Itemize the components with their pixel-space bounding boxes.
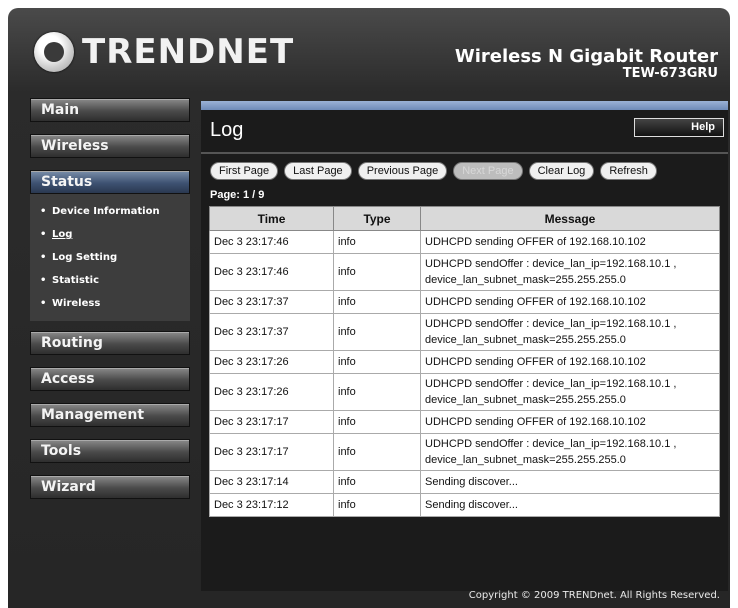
table-row: Dec 3 23:17:37 info UDHCPD sendOffer : d… bbox=[209, 313, 720, 351]
subnav-statistic[interactable]: • Statistic bbox=[40, 269, 190, 292]
nav-access[interactable]: Access bbox=[30, 367, 190, 391]
cell-time: Dec 3 23:17:14 bbox=[209, 470, 334, 494]
column-header-message: Message bbox=[420, 206, 720, 231]
cell-message: UDHCPD sending OFFER of 192.168.10.102 bbox=[420, 410, 720, 434]
table-row: Dec 3 23:17:26 info UDHCPD sending OFFER… bbox=[209, 350, 720, 374]
cell-time: Dec 3 23:17:26 bbox=[209, 350, 334, 374]
product-info: Wireless N Gigabit Router TEW-673GRU bbox=[455, 46, 718, 81]
logo: TRENDNET bbox=[34, 32, 294, 72]
cell-message: UDHCPD sending OFFER of 192.168.10.102 bbox=[420, 290, 720, 314]
table-row: Dec 3 23:17:12 info Sending discover... bbox=[209, 493, 720, 517]
product-model: TEW-673GRU bbox=[622, 66, 718, 81]
cell-time: Dec 3 23:17:37 bbox=[209, 290, 334, 314]
product-name: Wireless N Gigabit Router bbox=[454, 46, 718, 67]
pager-toolbar: First Page Last Page Previous Page Next … bbox=[201, 160, 728, 182]
page-title: Log bbox=[210, 119, 244, 141]
nav-tools[interactable]: Tools bbox=[30, 439, 190, 463]
refresh-button[interactable]: Refresh bbox=[600, 162, 657, 180]
status-submenu: • Device Information • Log • Log Setting • S… bbox=[30, 194, 190, 321]
cell-message: Sending discover... bbox=[420, 493, 720, 517]
nav-routing[interactable]: Routing bbox=[30, 331, 190, 355]
column-header-type: Type bbox=[333, 206, 421, 231]
message-line: UDHCPD sending OFFER of 192.168.10.102 bbox=[425, 236, 646, 248]
nav-status[interactable]: Status bbox=[30, 170, 190, 194]
cell-type: info bbox=[333, 313, 421, 351]
table-row: Dec 3 23:17:17 info UDHCPD sending OFFER… bbox=[209, 410, 720, 434]
nav-wireless[interactable]: Wireless bbox=[30, 134, 190, 158]
cell-message: UDHCPD sendOffer : device_lan_ip=192.168… bbox=[420, 433, 720, 471]
subnav-device-information[interactable]: • Device Information bbox=[40, 200, 190, 223]
cell-time: Dec 3 23:17:17 bbox=[209, 433, 334, 471]
subnav-wireless[interactable]: • Wireless bbox=[40, 292, 190, 315]
table-row: Dec 3 23:17:46 info UDHCPD sending OFFER… bbox=[209, 230, 720, 254]
cell-time: Dec 3 23:17:26 bbox=[209, 373, 334, 411]
cell-time: Dec 3 23:17:12 bbox=[209, 493, 334, 517]
cell-message: UDHCPD sending OFFER of 192.168.10.102 bbox=[420, 350, 720, 374]
cell-message: UDHCPD sendOffer : device_lan_ip=192.168… bbox=[420, 253, 720, 291]
message-line: Sending discover... bbox=[425, 476, 518, 488]
table-row: Dec 3 23:17:46 info UDHCPD sendOffer : d… bbox=[209, 253, 720, 291]
cell-time: Dec 3 23:17:46 bbox=[209, 230, 334, 254]
copyright: Copyright © 2009 TRENDnet. All Rights Re… bbox=[468, 590, 720, 601]
table-header-row: Time Type Message bbox=[209, 206, 720, 231]
log-table: Time Type Message Dec 3 23:17:46 info UD… bbox=[209, 206, 720, 517]
last-page-button[interactable]: Last Page bbox=[284, 162, 352, 180]
message-line: UDHCPD sending OFFER of 192.168.10.102 bbox=[425, 356, 646, 368]
subnav-log[interactable]: • Log bbox=[40, 223, 190, 246]
cell-message: UDHCPD sending OFFER of 192.168.10.102 bbox=[420, 230, 720, 254]
table-row: Dec 3 23:17:26 info UDHCPD sendOffer : d… bbox=[209, 373, 720, 411]
cell-time: Dec 3 23:17:46 bbox=[209, 253, 334, 291]
cell-type: info bbox=[333, 493, 421, 517]
message-line: device_lan_subnet_mask=255.255.255.0 bbox=[425, 334, 626, 346]
cell-type: info bbox=[333, 350, 421, 374]
previous-page-button[interactable]: Previous Page bbox=[357, 162, 448, 180]
next-page-button[interactable]: Next Page bbox=[453, 162, 523, 180]
message-line: UDHCPD sendOffer : device_lan_ip=192.168… bbox=[425, 438, 677, 450]
cell-type: info bbox=[333, 253, 421, 291]
logo-text: TRENDNET bbox=[82, 32, 295, 72]
message-line: UDHCPD sending OFFER of 192.168.10.102 bbox=[425, 416, 646, 428]
message-line: device_lan_subnet_mask=255.255.255.0 bbox=[425, 274, 626, 286]
header: TRENDNET Wireless N Gigabit Router TEW-6… bbox=[8, 8, 730, 90]
message-line: Sending discover... bbox=[425, 499, 518, 511]
cell-message: UDHCPD sendOffer : device_lan_ip=192.168… bbox=[420, 373, 720, 411]
subnav-log-setting[interactable]: • Log Setting bbox=[40, 246, 190, 269]
main-content: Log Help First Page Last Page Previous P… bbox=[201, 101, 728, 591]
router-frame: TRENDNET Wireless N Gigabit Router TEW-6… bbox=[8, 8, 730, 608]
divider bbox=[201, 152, 728, 154]
trendnet-logo-icon bbox=[34, 32, 74, 72]
first-page-button[interactable]: First Page bbox=[210, 162, 279, 180]
table-row: Dec 3 23:17:17 info UDHCPD sendOffer : d… bbox=[209, 433, 720, 471]
column-header-time: Time bbox=[209, 206, 334, 231]
nav-management[interactable]: Management bbox=[30, 403, 190, 427]
message-line: UDHCPD sendOffer : device_lan_ip=192.168… bbox=[425, 318, 677, 330]
cell-type: info bbox=[333, 410, 421, 434]
title-row: Log Help bbox=[201, 110, 728, 152]
table-row: Dec 3 23:17:14 info Sending discover... bbox=[209, 470, 720, 494]
cell-type: info bbox=[333, 433, 421, 471]
cell-time: Dec 3 23:17:37 bbox=[209, 313, 334, 351]
message-line: UDHCPD sending OFFER of 192.168.10.102 bbox=[425, 296, 646, 308]
cell-message: UDHCPD sendOffer : device_lan_ip=192.168… bbox=[420, 313, 720, 351]
clear-log-button[interactable]: Clear Log bbox=[528, 162, 595, 180]
cell-type: info bbox=[333, 290, 421, 314]
cell-message: Sending discover... bbox=[420, 470, 720, 494]
cell-type: info bbox=[333, 230, 421, 254]
cell-type: info bbox=[333, 373, 421, 411]
cell-type: info bbox=[333, 470, 421, 494]
help-button[interactable]: Help bbox=[634, 118, 724, 137]
message-line: UDHCPD sendOffer : device_lan_ip=192.168… bbox=[425, 378, 677, 390]
message-line: device_lan_subnet_mask=255.255.255.0 bbox=[425, 454, 626, 466]
nav-wizard[interactable]: Wizard bbox=[30, 475, 190, 499]
sidebar: Main Wireless Status • Device Information… bbox=[30, 98, 190, 511]
page-indicator: Page: 1 / 9 bbox=[210, 189, 265, 201]
nav-main[interactable]: Main bbox=[30, 98, 190, 122]
content-accent-bar bbox=[201, 101, 728, 110]
message-line: device_lan_subnet_mask=255.255.255.0 bbox=[425, 394, 626, 406]
cell-time: Dec 3 23:17:17 bbox=[209, 410, 334, 434]
message-line: UDHCPD sendOffer : device_lan_ip=192.168… bbox=[425, 258, 677, 270]
table-row: Dec 3 23:17:37 info UDHCPD sending OFFER… bbox=[209, 290, 720, 314]
